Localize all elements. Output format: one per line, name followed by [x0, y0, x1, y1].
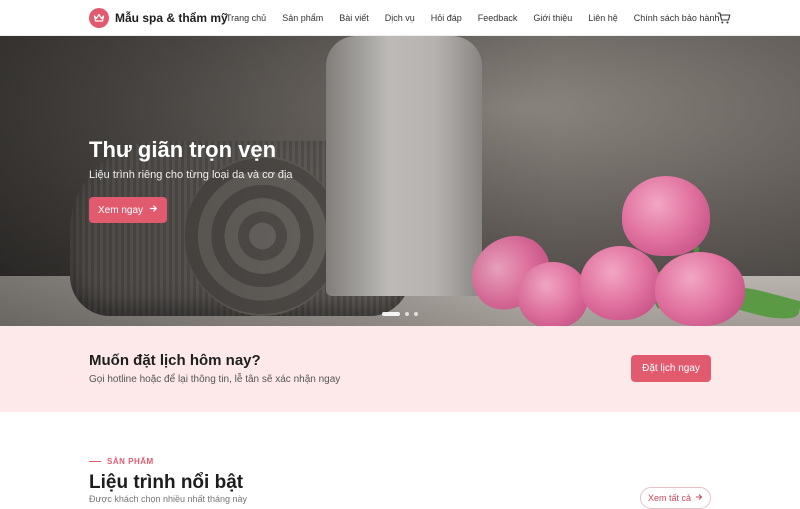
hero-title: Thư giãn trọn vẹn — [89, 137, 277, 162]
nav-item-services[interactable]: Dịch vụ — [385, 13, 415, 23]
book-now-button[interactable]: Đặt lịch ngay — [631, 355, 711, 382]
slider-dot[interactable] — [414, 312, 418, 316]
brand[interactable]: Mẫu spa & thẩm mỹ — [89, 7, 228, 29]
booking-cta-section: Muốn đặt lịch hôm nay? Gọi hotline hoặc … — [0, 326, 800, 412]
nav-item-contact[interactable]: Liên hệ — [588, 13, 618, 23]
arrow-right-icon — [149, 204, 158, 216]
nav-item-products[interactable]: Sản phẩm — [282, 13, 323, 23]
arrow-right-icon — [695, 493, 703, 503]
hero-cta-label: Xem ngay — [97, 204, 144, 216]
hero-banner: Thư giãn trọn vẹn Liệu trình riêng cho t… — [0, 36, 800, 326]
main-nav: Trang chủ Sản phẩm Bài viết Dịch vụ Hỏi … — [226, 0, 735, 36]
nav-item-about[interactable]: Giới thiệu — [533, 13, 572, 23]
hero-cta-button[interactable]: Xem ngay — [89, 197, 167, 223]
cta-subtitle: Gọi hotline hoặc để lại thông tin, lễ tâ… — [89, 374, 341, 385]
nav-item-faq[interactable]: Hỏi đáp — [431, 13, 462, 23]
cta-title: Muốn đặt lịch hôm nay? — [89, 352, 261, 369]
slider-dot-active[interactable] — [382, 312, 400, 316]
section-title: Liệu trình nổi bật — [89, 472, 244, 493]
nav-item-posts[interactable]: Bài viết — [339, 13, 369, 23]
site-header: Mẫu spa & thẩm mỹ Trang chủ Sản phẩm Bài… — [0, 0, 800, 36]
nav-item-feedback[interactable]: Feedback — [478, 13, 518, 23]
hero-subtitle: Liệu trình riêng cho từng loại da và cơ … — [89, 169, 293, 181]
section-eyebrow-text: SẢN PHẨM — [107, 457, 154, 466]
crown-icon — [89, 8, 109, 28]
eyebrow-line — [89, 461, 101, 462]
cart-icon[interactable] — [717, 11, 731, 25]
nav-item-home[interactable]: Trang chủ — [226, 13, 266, 23]
brand-name: Mẫu spa & thẩm mỹ — [115, 11, 228, 25]
hero-overlay — [0, 36, 800, 326]
slider-pagination — [382, 312, 418, 316]
section-subtitle: Được khách chọn nhiều nhất tháng này — [89, 494, 248, 504]
slider-dot[interactable] — [405, 312, 409, 316]
section-eyebrow: SẢN PHẨM — [89, 457, 154, 466]
view-all-button[interactable]: Xem tất cả — [640, 487, 711, 509]
view-all-label: Xem tất cả — [647, 493, 692, 503]
nav-item-warranty[interactable]: Chính sách bảo hành — [634, 13, 720, 23]
